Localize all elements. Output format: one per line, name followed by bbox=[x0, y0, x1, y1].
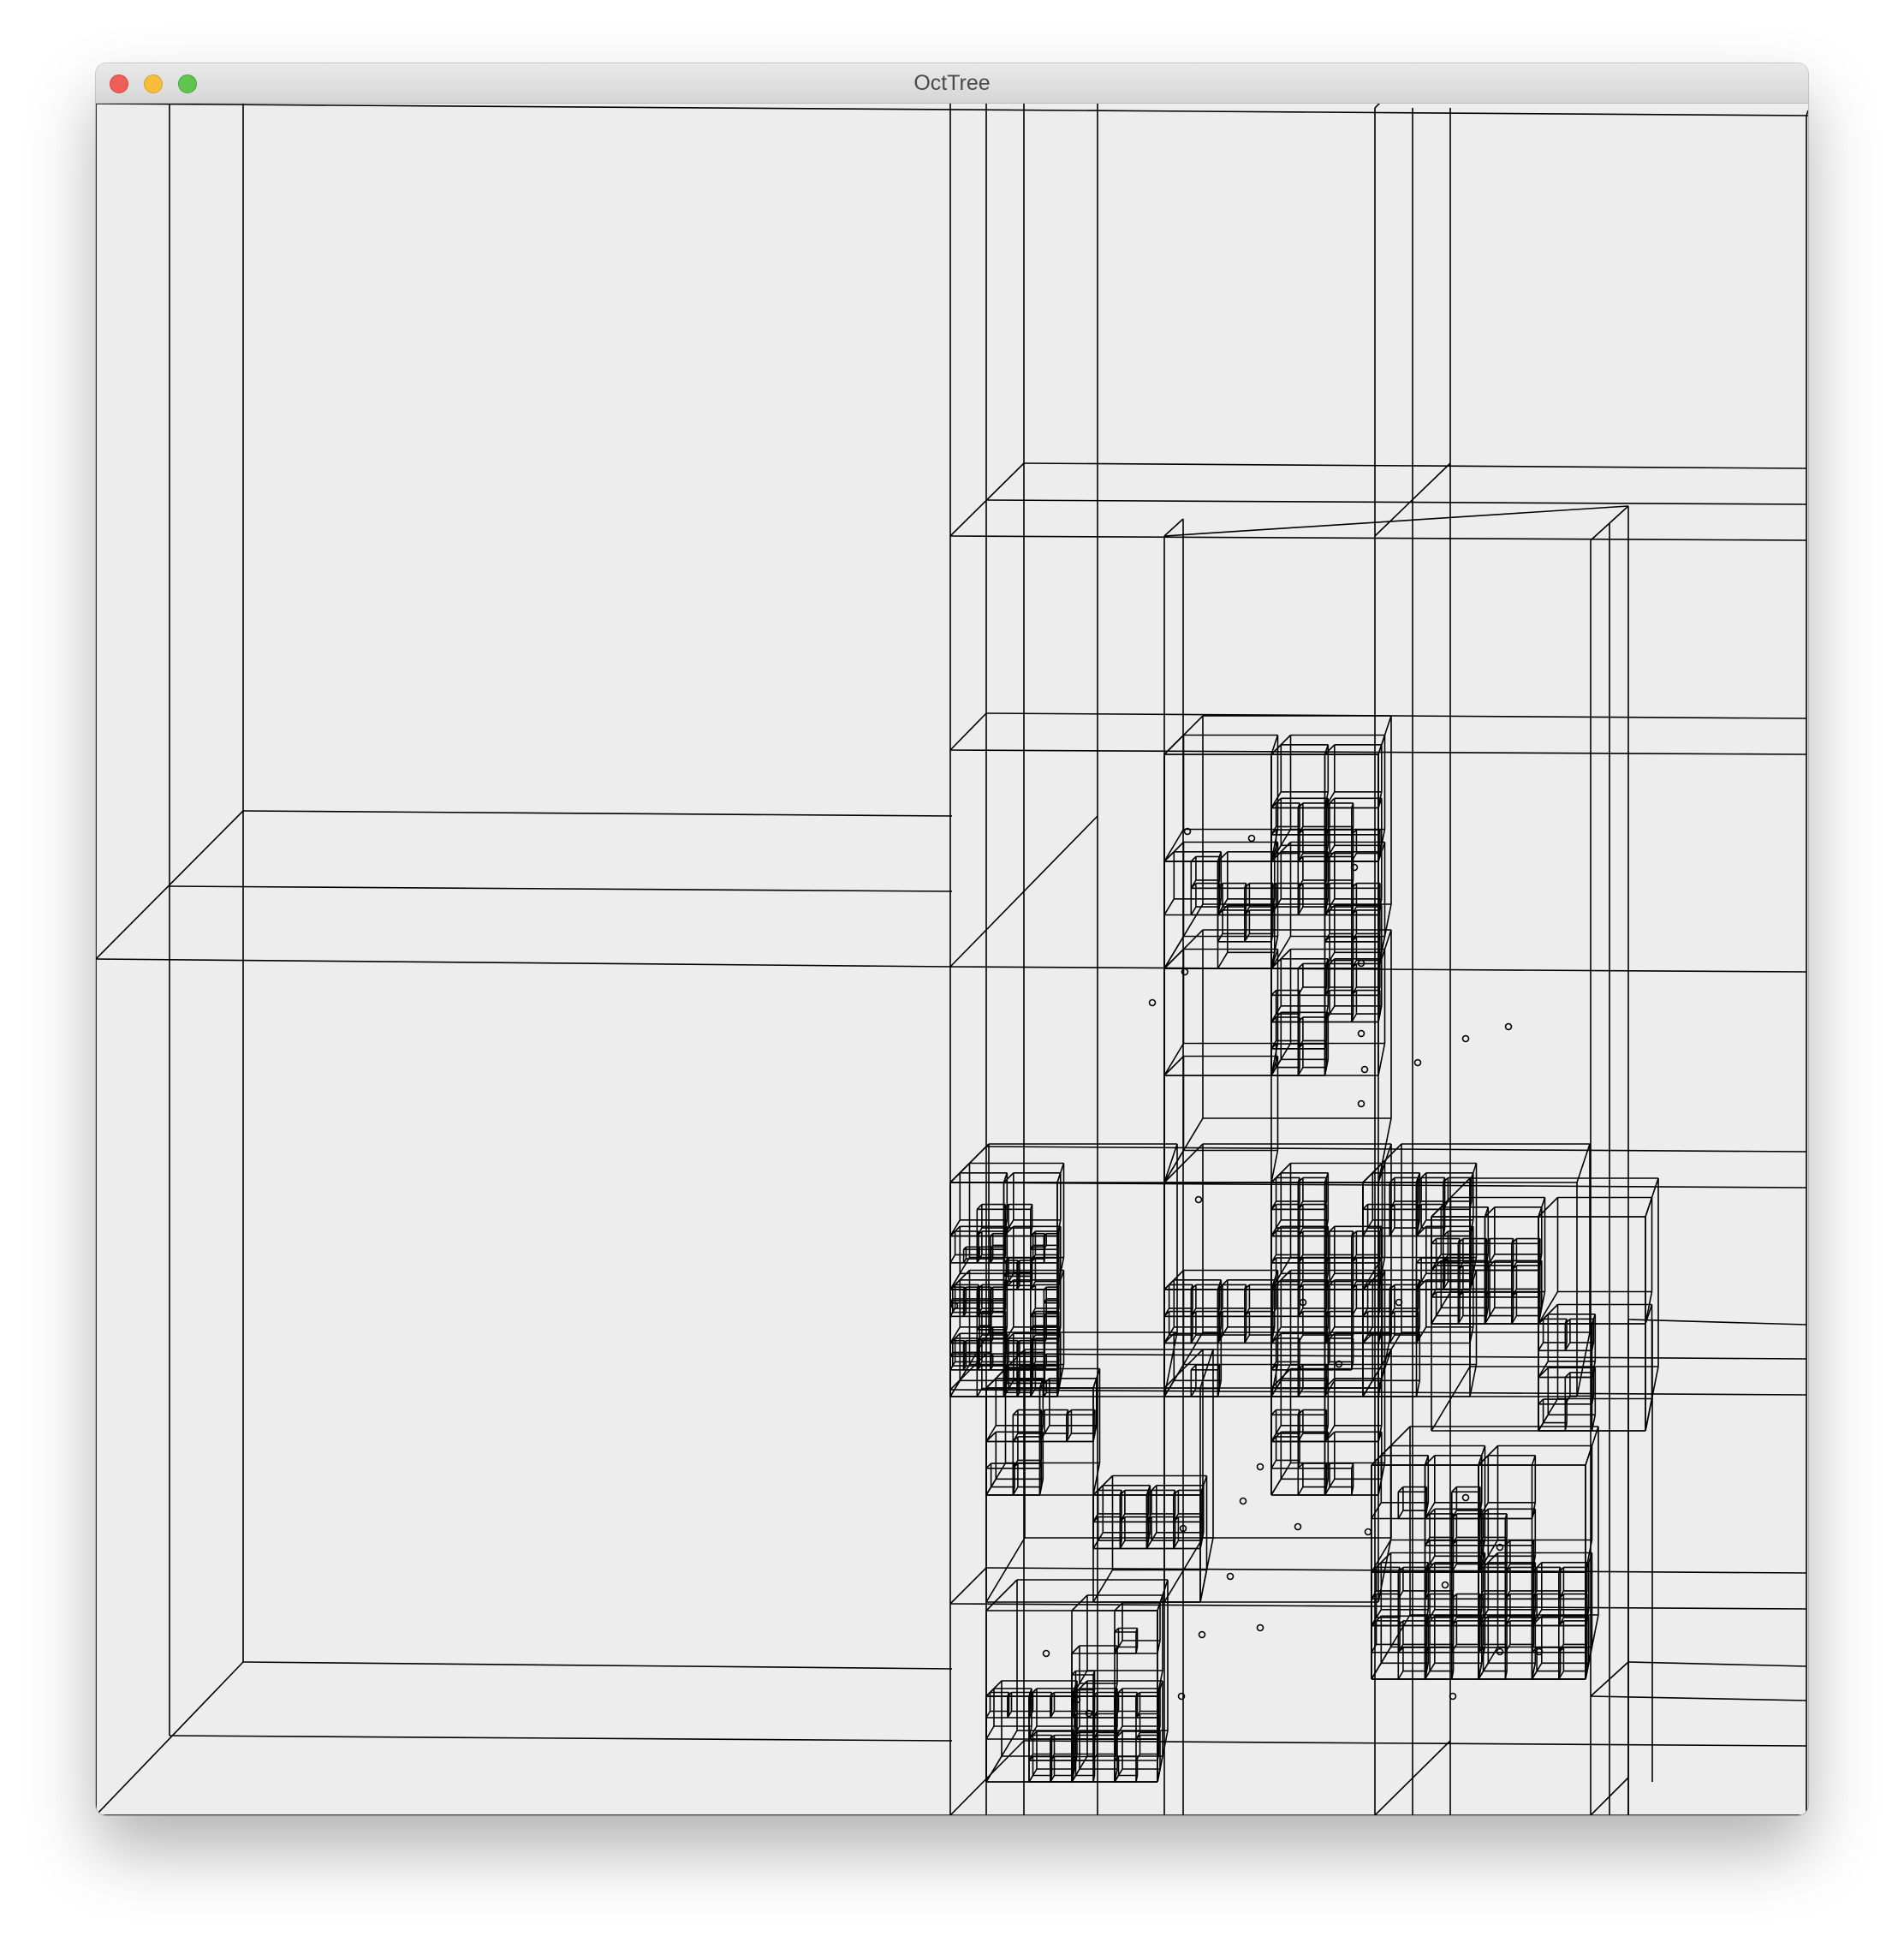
octree-canvas[interactable] bbox=[96, 104, 1808, 1815]
window-title: OctTree bbox=[913, 71, 991, 95]
octree-drawing bbox=[96, 104, 1808, 1815]
root-cube bbox=[96, 104, 1808, 1815]
title-bar[interactable]: OctTree bbox=[96, 63, 1808, 104]
app-window: OctTree bbox=[96, 63, 1808, 1815]
octree-nodes bbox=[949, 715, 1659, 1783]
